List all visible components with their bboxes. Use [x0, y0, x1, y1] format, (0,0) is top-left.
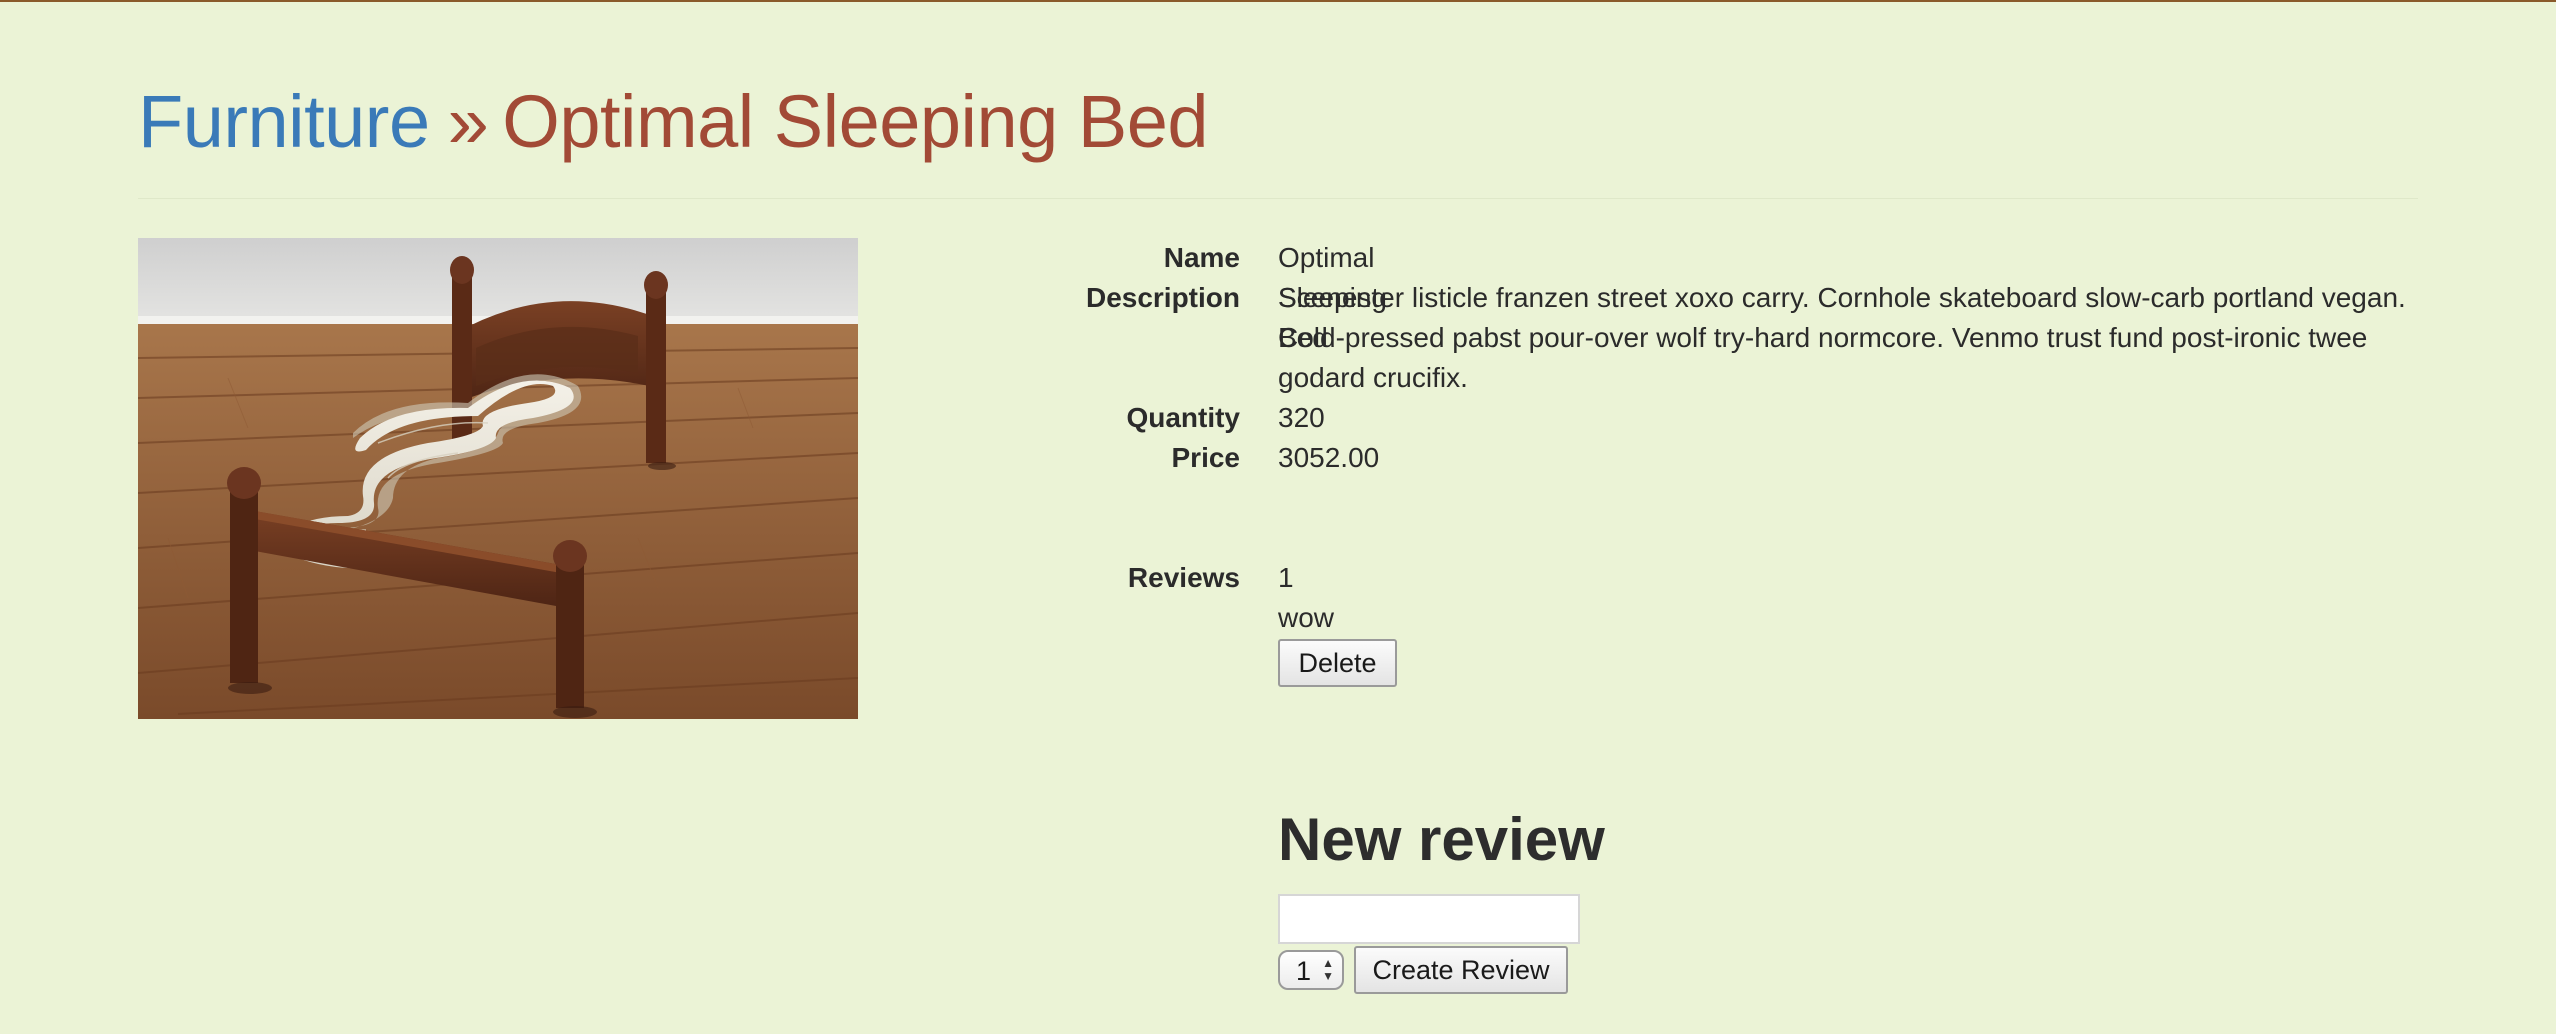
create-review-button[interactable]: Create Review — [1354, 946, 1568, 994]
review-text: wow — [1278, 602, 1335, 633]
delete-review-button[interactable]: Delete — [1278, 639, 1397, 687]
price-value: 3052.00 — [1278, 442, 1380, 473]
rating-select[interactable]: 1 ▲ ▼ — [1278, 950, 1344, 990]
header-divider — [138, 198, 2418, 199]
description-value: Scenester listicle franzen street xoxo c… — [1278, 282, 2406, 393]
product-image — [138, 238, 858, 719]
breadcrumb-furniture-link[interactable]: Furniture — [138, 80, 430, 163]
name-label: Name — [1163, 242, 1240, 273]
breadcrumb-separator: » — [447, 80, 489, 163]
review-text-input[interactable] — [1278, 894, 1580, 944]
page-title: Furniture» Optimal Sleeping Bed — [138, 74, 1209, 170]
review-rating: 1 — [1278, 562, 1294, 593]
select-arrows-icon: ▲ ▼ — [1322, 956, 1334, 983]
reviews-label: Reviews — [1127, 562, 1240, 593]
rating-select-value: 1 — [1296, 956, 1312, 986]
description-label: Description — [1085, 282, 1240, 313]
quantity-value: 320 — [1278, 402, 1325, 433]
price-label: Price — [1171, 442, 1241, 473]
new-review-title: New review — [1278, 806, 1605, 873]
quantity-label: Quantity — [1126, 402, 1240, 433]
breadcrumb-current: Optimal Sleeping Bed — [502, 80, 1209, 163]
